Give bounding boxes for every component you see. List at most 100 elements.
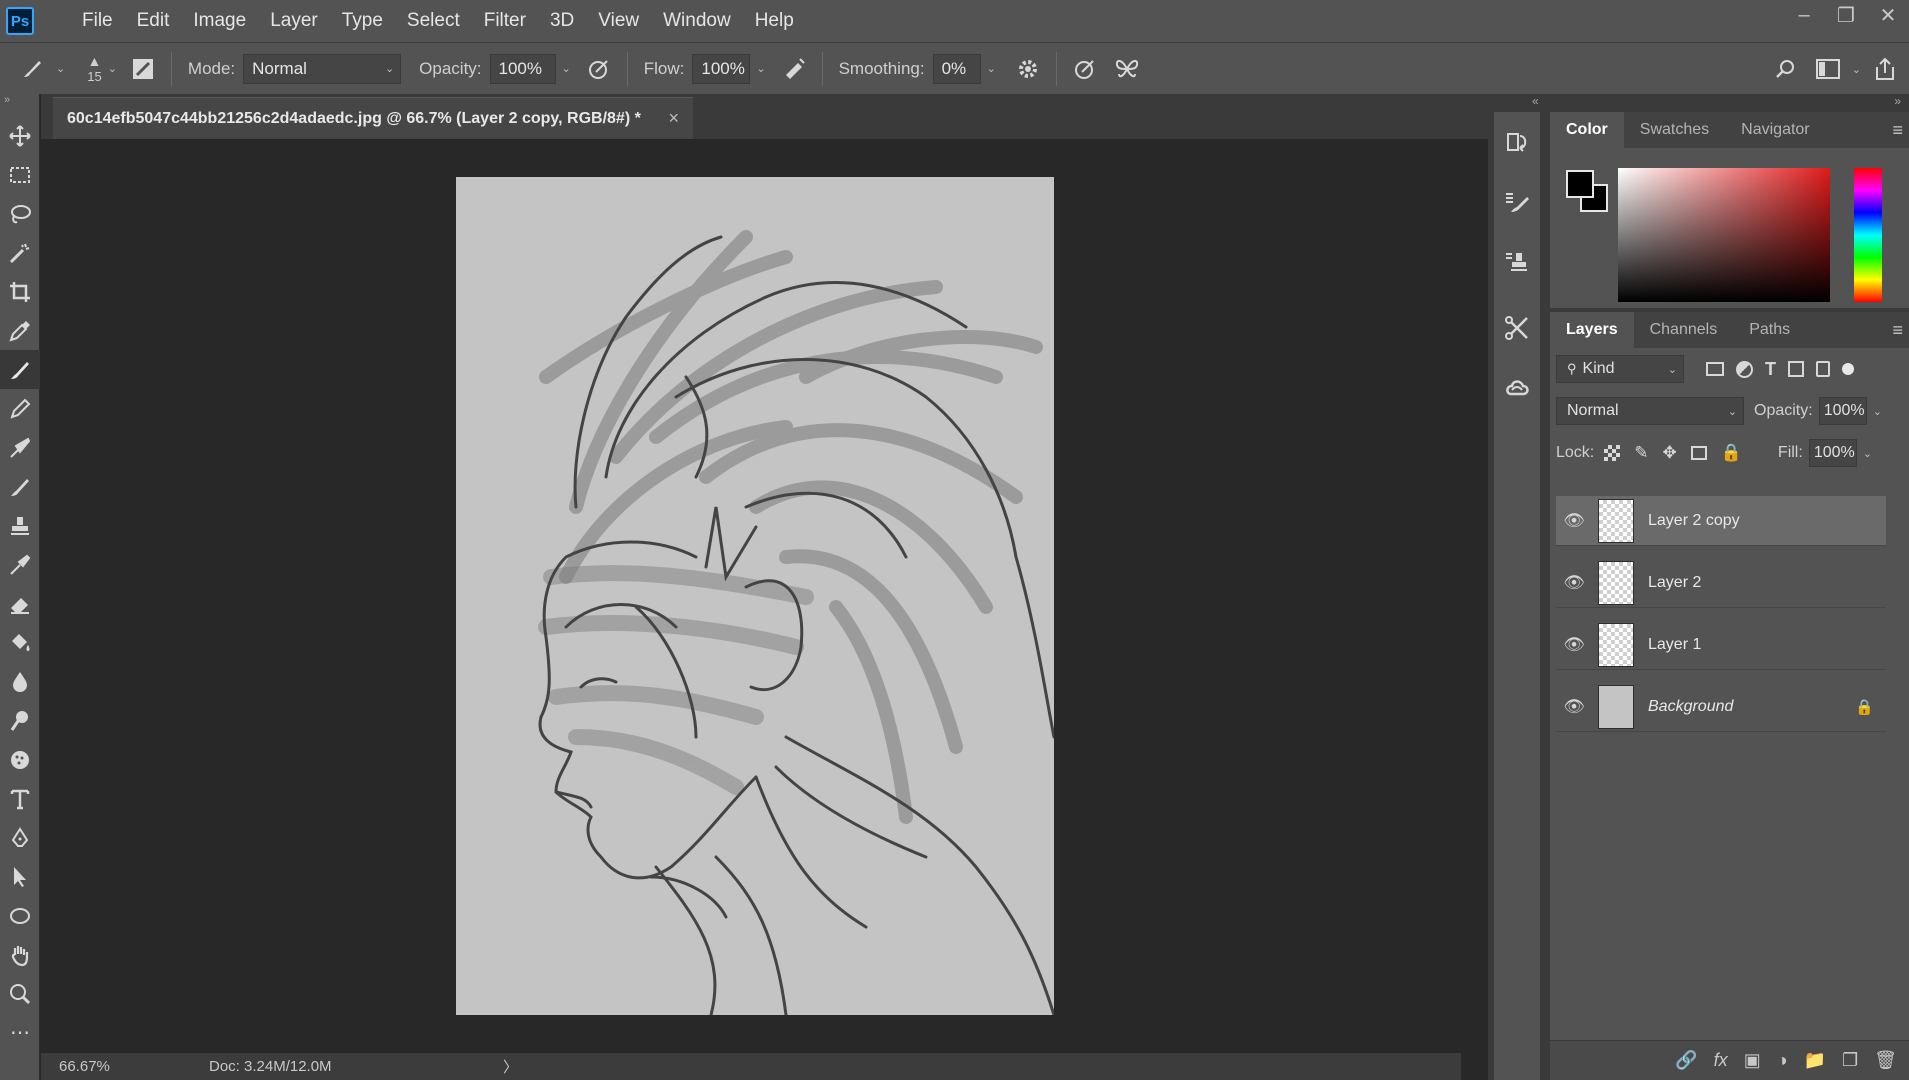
brush-tool-preset-icon[interactable] bbox=[14, 51, 50, 87]
stamp-tool-icon[interactable] bbox=[0, 506, 40, 545]
chevron-down-icon[interactable]: ⌄ bbox=[987, 62, 996, 75]
pressure-size-icon[interactable] bbox=[1067, 51, 1103, 87]
eyedropper-tool-icon[interactable] bbox=[0, 311, 40, 350]
tab-paths[interactable]: Paths bbox=[1733, 312, 1806, 348]
new-group-folder-icon[interactable]: 📁 bbox=[1804, 1050, 1826, 1071]
workspace-icon[interactable] bbox=[1810, 51, 1846, 87]
restore-button[interactable]: ❐ bbox=[1825, 0, 1867, 30]
filter-shape-layers-icon[interactable] bbox=[1788, 361, 1804, 377]
chevron-down-icon[interactable]: ⌄ bbox=[108, 62, 117, 75]
menu-filter[interactable]: Filter bbox=[472, 0, 538, 42]
brush-settings-panel-icon[interactable] bbox=[1494, 172, 1540, 232]
brush-size-picker[interactable]: ▲ 15 bbox=[87, 53, 101, 84]
canvas-area[interactable] bbox=[41, 139, 1461, 1053]
menu-help[interactable]: Help bbox=[743, 0, 806, 42]
add-mask-icon[interactable]: ▣ bbox=[1744, 1050, 1761, 1071]
zoom-level[interactable]: 66.67% bbox=[41, 1058, 161, 1075]
expand-panels-icon[interactable]: » bbox=[1894, 94, 1901, 108]
filter-smart-objects-icon[interactable] bbox=[1816, 361, 1830, 377]
layer-name[interactable]: Layer 2 copy bbox=[1648, 512, 1740, 530]
eye-icon[interactable]: 👁 bbox=[1556, 573, 1592, 593]
mode-dropdown[interactable]: Normal ⌄ bbox=[243, 53, 402, 84]
new-layer-icon[interactable]: ❐ bbox=[1842, 1050, 1858, 1071]
blend-mode-dropdown[interactable]: Normal ⌄ bbox=[1556, 397, 1744, 425]
move-tool-icon[interactable] bbox=[0, 116, 40, 155]
magic-wand-tool-icon[interactable] bbox=[0, 233, 40, 272]
status-menu-arrow[interactable]: 〉 bbox=[503, 1056, 518, 1077]
menu-edit[interactable]: Edit bbox=[125, 0, 182, 42]
lock-position-icon[interactable]: ✥ bbox=[1663, 443, 1677, 463]
hand-tool-icon[interactable] bbox=[0, 935, 40, 974]
lasso-tool-icon[interactable] bbox=[0, 194, 40, 233]
menu-3d[interactable]: 3D bbox=[538, 0, 586, 42]
menu-file[interactable]: File bbox=[70, 0, 125, 42]
minimize-button[interactable]: – bbox=[1783, 0, 1825, 30]
color-field[interactable] bbox=[1618, 168, 1830, 302]
clone-stamp-tool-icon[interactable] bbox=[0, 428, 40, 467]
clone-source-panel-icon[interactable] bbox=[1494, 232, 1540, 292]
layer-row-layer-2-copy[interactable]: 👁 Layer 2 copy bbox=[1556, 496, 1886, 546]
delete-layer-trash-icon[interactable]: 🗑 bbox=[1874, 1050, 1897, 1071]
document-canvas[interactable] bbox=[456, 177, 1054, 1015]
search-icon[interactable] bbox=[1768, 51, 1804, 87]
tool-presets-panel-icon[interactable] bbox=[1494, 298, 1540, 358]
tab-layers[interactable]: Layers bbox=[1550, 312, 1634, 348]
eraser-tool-icon[interactable] bbox=[0, 584, 40, 623]
menu-layer[interactable]: Layer bbox=[258, 0, 330, 42]
layer-opacity-field[interactable]: 100% bbox=[1818, 397, 1867, 425]
menu-image[interactable]: Image bbox=[181, 0, 258, 42]
paint-bucket-tool-icon[interactable] bbox=[0, 623, 40, 662]
layer-row-layer-2[interactable]: 👁 Layer 2 bbox=[1556, 558, 1886, 608]
history-brush-tool-icon[interactable] bbox=[0, 467, 40, 506]
share-icon[interactable] bbox=[1867, 51, 1903, 87]
fill-field[interactable]: 100% bbox=[1808, 439, 1857, 467]
panel-menu-icon[interactable]: ≡ bbox=[1892, 320, 1903, 341]
chevron-down-icon[interactable]: ⌄ bbox=[756, 62, 765, 75]
brush-tool-icon[interactable] bbox=[0, 350, 40, 389]
filter-pixel-layers-icon[interactable] bbox=[1706, 362, 1724, 376]
pen-tool-icon[interactable] bbox=[0, 818, 40, 857]
hue-slider[interactable] bbox=[1854, 168, 1882, 302]
type-tool-icon[interactable] bbox=[0, 779, 40, 818]
gear-icon[interactable] bbox=[1010, 51, 1046, 87]
collapse-dock-icon[interactable]: « bbox=[1532, 94, 1539, 108]
opacity-field[interactable]: 100% bbox=[489, 53, 556, 84]
layer-name[interactable]: Layer 1 bbox=[1648, 636, 1701, 654]
ellipse-tool-icon[interactable] bbox=[0, 896, 40, 935]
blur-tool-icon[interactable] bbox=[0, 662, 40, 701]
menu-window[interactable]: Window bbox=[651, 0, 743, 42]
layer-style-fx-icon[interactable]: fx bbox=[1714, 1050, 1728, 1071]
lock-transparent-pixels-icon[interactable] bbox=[1604, 445, 1621, 461]
brush-settings-icon[interactable] bbox=[125, 51, 161, 87]
panel-menu-icon[interactable]: ≡ bbox=[1892, 120, 1903, 141]
chevron-down-icon[interactable]: ⌄ bbox=[1852, 63, 1861, 76]
menu-type[interactable]: Type bbox=[330, 0, 395, 42]
eye-icon[interactable]: 👁 bbox=[1556, 635, 1592, 655]
creative-cloud-libraries-icon[interactable] bbox=[1494, 358, 1540, 418]
layer-filter-kind-dropdown[interactable]: ⚲ Kind ⌄ bbox=[1556, 355, 1684, 383]
link-layers-icon[interactable]: 🔗 bbox=[1675, 1050, 1697, 1071]
chevron-down-icon[interactable]: ⌄ bbox=[562, 62, 571, 75]
pressure-opacity-icon[interactable] bbox=[581, 51, 617, 87]
layer-row-background[interactable]: 👁 Background 🔒 bbox=[1556, 682, 1886, 732]
filter-toggle-icon[interactable] bbox=[1842, 363, 1854, 375]
layer-row-layer-1[interactable]: 👁 Layer 1 bbox=[1556, 620, 1886, 670]
crop-tool-icon[interactable] bbox=[0, 272, 40, 311]
tab-color[interactable]: Color bbox=[1550, 112, 1624, 148]
dodge-tool-icon[interactable] bbox=[0, 701, 40, 740]
airbrush-icon[interactable] bbox=[776, 51, 812, 87]
pencil-tool-icon[interactable] bbox=[0, 389, 40, 428]
zoom-tool-icon[interactable] bbox=[0, 974, 40, 1013]
foreground-color-swatch[interactable] bbox=[1566, 170, 1594, 198]
mixer-brush-tool-icon[interactable] bbox=[0, 545, 40, 584]
layer-name[interactable]: Background bbox=[1648, 698, 1733, 716]
lock-all-icon[interactable]: 🔒 bbox=[1721, 443, 1742, 463]
tab-navigator[interactable]: Navigator bbox=[1725, 112, 1825, 148]
menu-view[interactable]: View bbox=[586, 0, 651, 42]
lock-artboard-icon[interactable] bbox=[1690, 446, 1707, 460]
history-panel-icon[interactable] bbox=[1494, 112, 1540, 172]
eye-icon[interactable]: 👁 bbox=[1556, 511, 1592, 531]
smoothing-field[interactable]: 0% bbox=[932, 53, 981, 84]
sponge-tool-icon[interactable] bbox=[0, 740, 40, 779]
path-selection-tool-icon[interactable] bbox=[0, 857, 40, 896]
